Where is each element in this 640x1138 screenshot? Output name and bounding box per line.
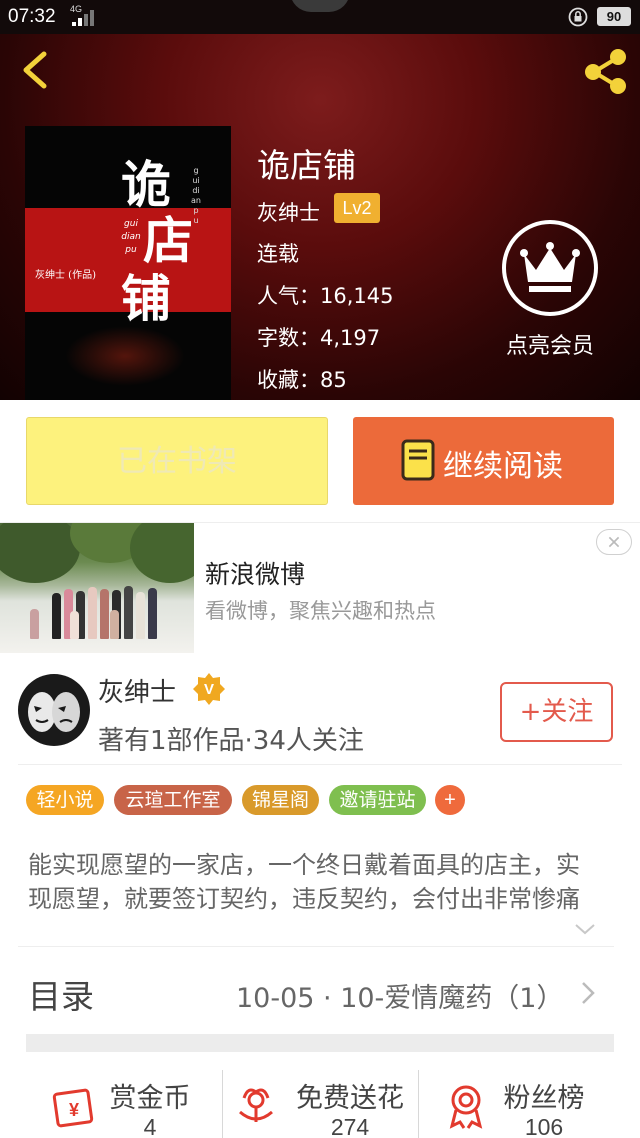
camera-notch xyxy=(290,0,350,12)
book-description[interactable]: 能实现愿望的一家店，一个终日戴着面具的店主，实现愿望，就要签订契约，违反契约，会… xyxy=(28,848,603,914)
latest-chapter: 10-05 · 10-爱情魔药（1） xyxy=(236,983,564,1014)
stat-name: 赏金币 xyxy=(109,1083,191,1114)
status-time: 07:32 xyxy=(8,6,56,27)
action-bar: 已在书架 继续阅读 xyxy=(0,400,640,522)
lock-rotation-icon xyxy=(568,7,588,27)
stat-name: 免费送花 xyxy=(296,1083,404,1114)
chevron-down-icon[interactable] xyxy=(574,922,596,936)
stat-value: 274 xyxy=(330,1114,370,1138)
author-level-badge: Lv2 xyxy=(334,193,380,223)
chevron-right-icon xyxy=(582,982,595,1004)
tag-studio[interactable]: 云瑄工作室 xyxy=(114,785,232,815)
tag-jinxing[interactable]: 锦星阁 xyxy=(242,785,319,815)
close-icon[interactable] xyxy=(596,529,632,555)
free-flowers-button[interactable]: 免费送花 274 xyxy=(236,1070,416,1138)
book-title: 诡店铺 xyxy=(257,146,356,185)
book-author[interactable]: 灰绅士 xyxy=(257,197,320,227)
continue-reading-button[interactable]: 继续阅读 xyxy=(353,417,614,505)
cover-pinyin-word: gui xyxy=(124,219,138,229)
favorites-count: 收藏：85 xyxy=(257,368,347,392)
cover-author-text: 灰绅士 (作品) xyxy=(35,270,96,281)
vip-button[interactable] xyxy=(502,220,598,316)
section-separator xyxy=(26,1034,614,1052)
cover-flame-glow xyxy=(65,326,185,386)
ad-title: 新浪微博 xyxy=(205,560,306,589)
ad-banner[interactable]: 新浪微博 看微博，聚焦兴趣和热点 xyxy=(0,522,640,658)
author-section: 灰绅士 V 著有1部作品·34人关注 +关注 轻小说 云瑄工作室 锦星阁 邀请驻… xyxy=(0,658,640,1138)
book-cover[interactable]: 诡 店 铺 gui dian pu guidianpu 灰绅士 (作品) xyxy=(25,126,231,400)
cover-pinyin: gui dian pu xyxy=(121,218,141,257)
author-meta: 著有1部作品·34人关注 xyxy=(98,726,364,756)
share-icon[interactable] xyxy=(580,46,630,96)
ad-image xyxy=(0,523,194,653)
avatar[interactable] xyxy=(18,674,90,746)
add-tag-button[interactable]: + xyxy=(435,785,465,815)
continue-reading-label: 继续阅读 xyxy=(443,449,563,484)
reward-coins-button[interactable]: ¥ 赏金币 4 xyxy=(50,1070,220,1138)
stat-value: 4 xyxy=(143,1114,157,1138)
stat-value: 106 xyxy=(524,1114,564,1138)
status-bar: 07:32 4G 90 xyxy=(0,0,640,34)
book-detail-page: 07:32 4G 90 诡 店 铺 gui dian pu guidianpu … xyxy=(0,0,640,1138)
book-icon xyxy=(401,439,435,481)
vip-label[interactable]: 点亮会员 xyxy=(490,328,610,360)
catalog-label: 目录 xyxy=(28,977,94,1016)
cover-pinyin-word: pu xyxy=(125,245,137,255)
divider xyxy=(18,946,614,947)
stat-name: 粉丝榜 xyxy=(503,1083,585,1114)
cover-title-char: 诡 xyxy=(121,155,171,214)
ad-description: 看微博，聚焦兴趣和热点 xyxy=(205,599,436,623)
svg-text:¥: ¥ xyxy=(69,1100,79,1120)
on-shelf-button[interactable]: 已在书架 xyxy=(26,417,328,505)
fan-ranking-button[interactable]: 粉丝榜 106 xyxy=(446,1070,616,1138)
verified-badge-icon: V xyxy=(193,673,225,705)
word-count: 字数：4,197 xyxy=(257,326,381,350)
stat-separator xyxy=(418,1070,419,1138)
signal-icon xyxy=(72,10,94,26)
tag-light-novel[interactable]: 轻小说 xyxy=(26,785,104,815)
book-header: 诡 店 铺 gui dian pu guidianpu 灰绅士 (作品) 诡店铺… xyxy=(0,34,640,400)
mask-icon xyxy=(28,692,80,732)
cover-title-char: 店 xyxy=(143,211,193,270)
divider xyxy=(18,764,622,765)
back-arrow-icon[interactable] xyxy=(14,48,58,92)
cover-title-char: 铺 xyxy=(121,269,171,328)
svg-text:V: V xyxy=(204,681,214,698)
tag-invite[interactable]: 邀请驻站 xyxy=(329,785,426,815)
stat-separator xyxy=(222,1070,223,1138)
follow-button[interactable]: +关注 xyxy=(500,682,613,742)
catalog-row[interactable]: 目录 10-05 · 10-爱情魔药（1） xyxy=(0,948,640,1038)
flower-icon xyxy=(239,1088,273,1122)
author-name[interactable]: 灰绅士 xyxy=(98,672,176,709)
popularity-count: 人气：16,145 xyxy=(257,284,394,308)
battery-indicator: 90 xyxy=(597,7,631,26)
serial-status: 连载 xyxy=(257,242,299,266)
crown-icon xyxy=(520,242,580,292)
cover-side-text: guidianpu xyxy=(191,166,201,225)
cover-pinyin-word: dian xyxy=(121,232,141,242)
